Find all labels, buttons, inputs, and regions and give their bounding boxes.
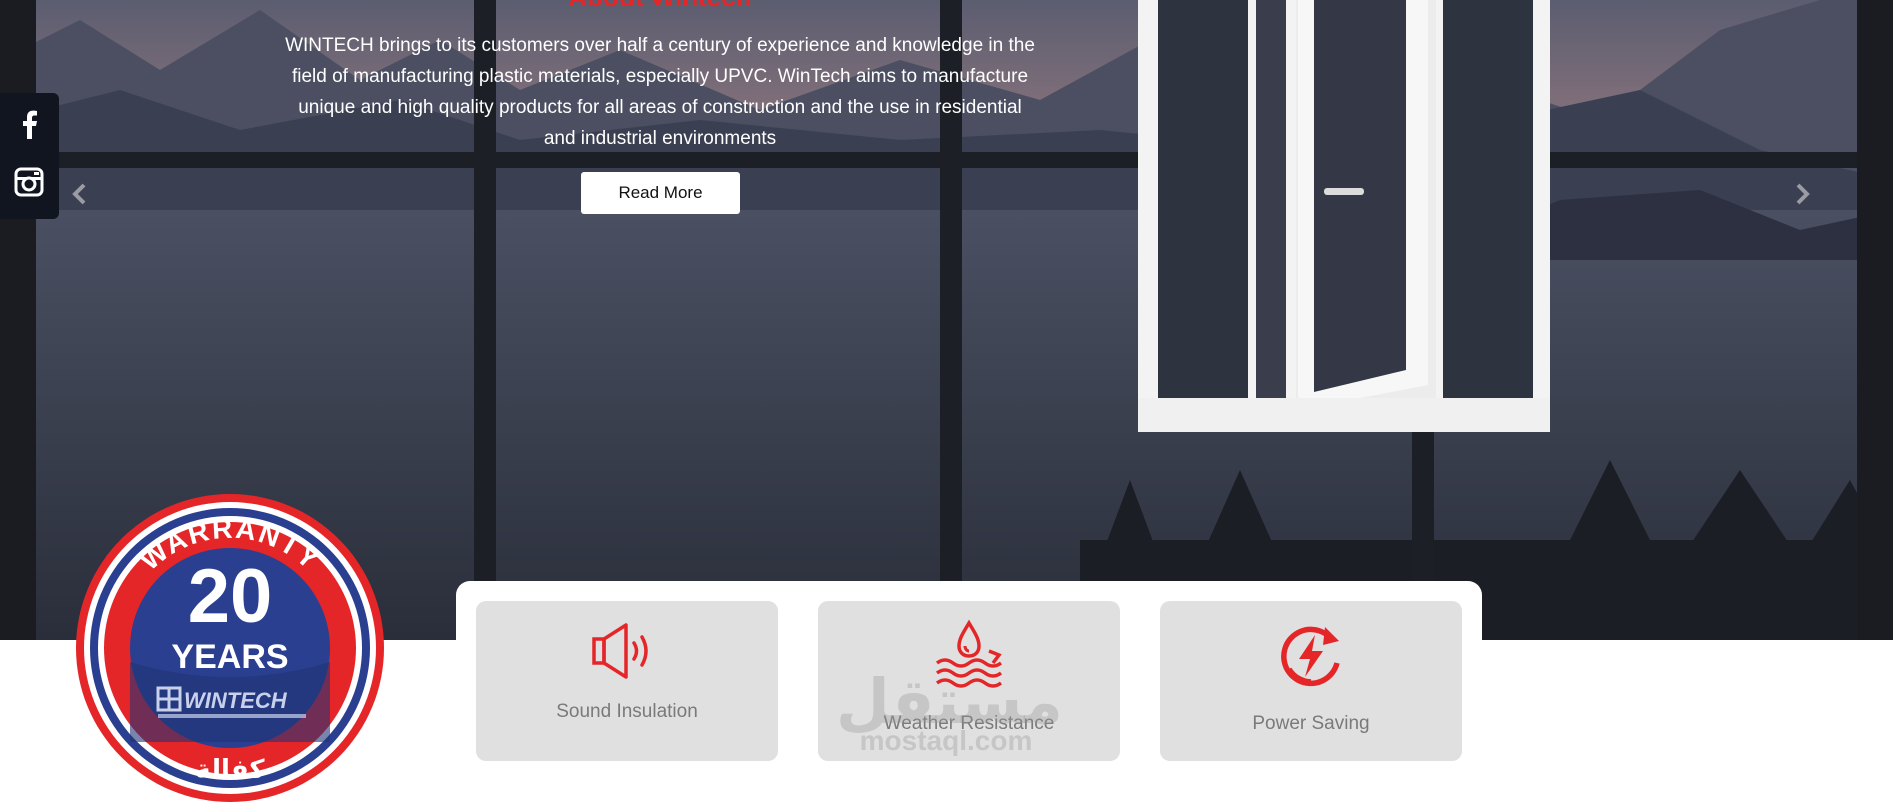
badge-brand: WINTECH — [184, 688, 288, 713]
badge-arabic-text: كفالة — [195, 755, 265, 785]
watermark: مستقل mostaql.com — [836, 665, 1063, 756]
watermark-arabic: مستقل — [836, 665, 1063, 738]
speaker-icon — [592, 623, 648, 679]
feature-card-sound-insulation: Sound Insulation — [476, 601, 778, 761]
feature-card-power-saving: Power Saving — [1160, 601, 1462, 761]
facebook-link[interactable] — [12, 107, 46, 141]
read-more-button[interactable]: Read More — [581, 172, 740, 214]
instagram-icon — [14, 167, 44, 197]
feature-label: Power Saving — [1252, 713, 1370, 734]
badge-unit: YEARS — [171, 638, 288, 676]
badge-number: 20 — [188, 554, 273, 639]
window-frame-right — [1857, 0, 1893, 640]
upvc-window-image — [1138, 0, 1550, 432]
hero-title: About Wintech — [560, 0, 760, 13]
warranty-badge: WARRANTY 20 YEARS WINTECH كفالة — [76, 494, 384, 802]
power-cycle-icon — [1281, 626, 1340, 687]
slider-prev-button[interactable] — [66, 180, 94, 208]
facebook-icon — [23, 110, 37, 139]
watermark-latin: mostaql.com — [859, 725, 1033, 756]
window-transom — [36, 152, 1857, 168]
hero-description: WINTECH brings to its customers over hal… — [285, 35, 1035, 149]
chevron-left-icon — [72, 183, 86, 205]
social-sidebar — [0, 93, 59, 219]
slider-next-button[interactable] — [1788, 180, 1816, 208]
feature-label: Sound Insulation — [556, 701, 698, 722]
chevron-right-icon — [1796, 183, 1810, 205]
instagram-link[interactable] — [12, 165, 46, 199]
